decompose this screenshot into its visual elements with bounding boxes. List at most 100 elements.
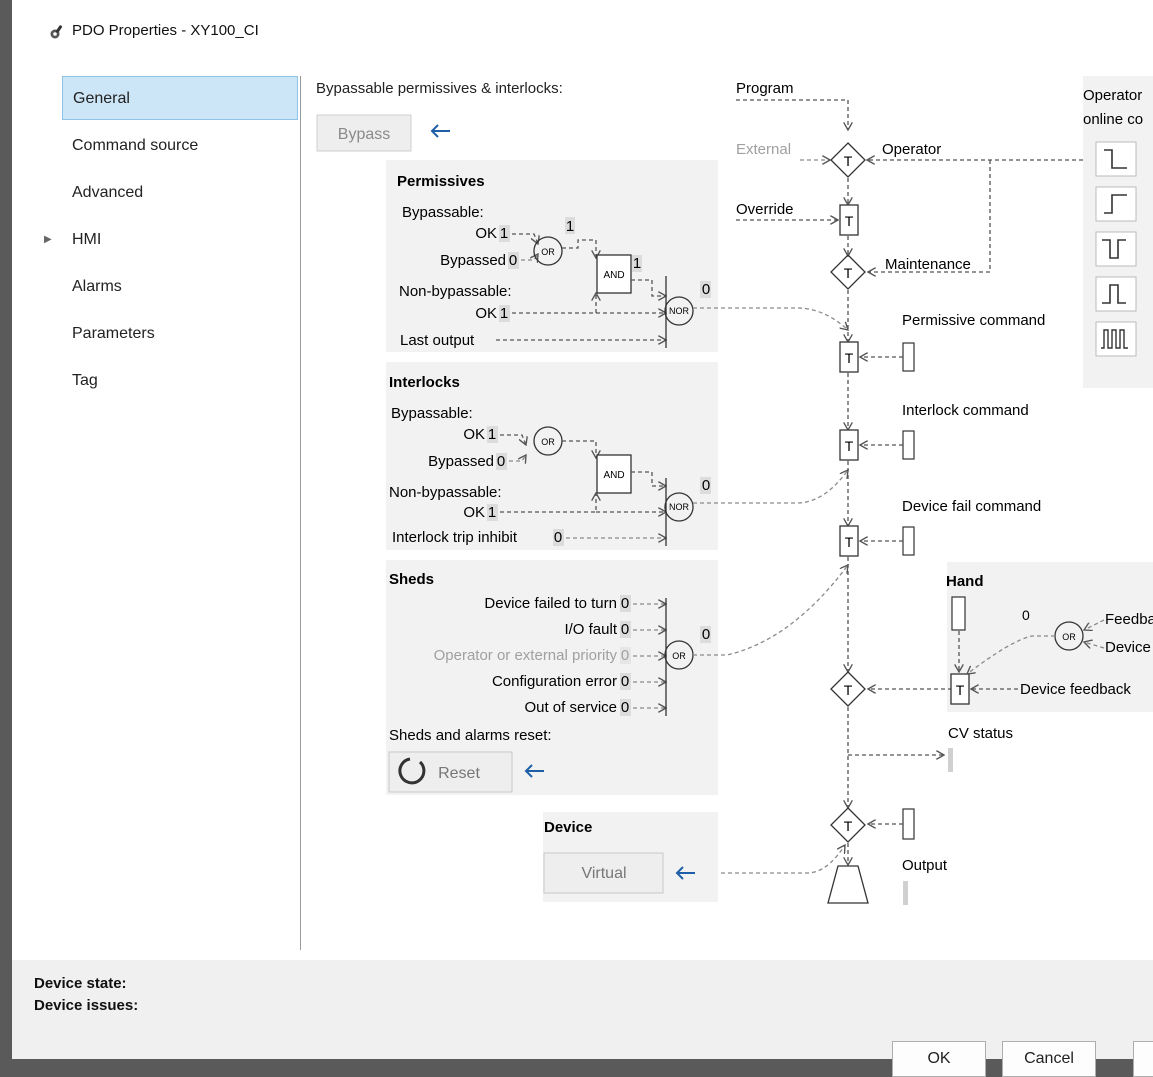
flow-maintenance-label: Maintenance [885, 256, 971, 273]
permissives-nor-output: 0 [702, 281, 710, 298]
interlocks-ok-value: 1 [488, 426, 496, 443]
falling-edge-button[interactable] [1095, 141, 1137, 177]
sidebar: General Command source Advanced ▶ HMI Ala… [44, 76, 301, 950]
or-gate-label: OR [541, 437, 555, 447]
command-box[interactable] [902, 526, 915, 556]
wrench-gear-icon [50, 25, 63, 39]
command-box[interactable] [902, 808, 915, 840]
track-label: T [845, 534, 854, 550]
sidebar-item-label: Parameters [72, 325, 155, 342]
track-label: T [845, 213, 854, 229]
hand-command-box[interactable] [951, 596, 966, 631]
permissives-title: Permissives [397, 173, 485, 190]
flow-device-fail-command-label: Device fail command [902, 498, 1041, 515]
ok-button[interactable]: OK [892, 1041, 986, 1077]
permissives-non-bypassable-label: Non-bypassable: [399, 283, 512, 300]
track-label: T [844, 818, 853, 834]
track-label: T [845, 350, 854, 366]
operator-panel-line2: online co [1083, 111, 1143, 128]
positive-pulse-button[interactable] [1095, 276, 1137, 312]
track-label: T [844, 682, 853, 698]
sheds-or-output: 0 [702, 626, 710, 643]
interlocks-ok-label: OK [463, 426, 485, 443]
shed-item-label: Out of service [524, 699, 617, 716]
permissives-ok-label: OK [475, 225, 497, 242]
sidebar-item-label: Tag [72, 372, 98, 389]
command-box[interactable] [902, 430, 915, 460]
virtual-button-label: Virtual [581, 865, 626, 882]
command-box[interactable] [902, 342, 915, 372]
shed-item-value: 0 [621, 673, 629, 690]
logic-diagram: Bypassable permissives & interlocks: Byp… [316, 76, 1153, 905]
and-gate-label: AND [603, 470, 624, 481]
nor-gate-label: NOR [669, 306, 690, 316]
hand-feedback-label: Feedba [1105, 611, 1153, 628]
shed-item-label: Operator or external priority [434, 647, 618, 664]
interlocks-bypassed-value: 0 [497, 453, 505, 470]
permissives-bypassed-value: 0 [509, 252, 517, 269]
flow-permissive-command-label: Permissive command [902, 312, 1045, 329]
flow-program-label: Program [736, 80, 794, 97]
hand-device-label: Device [1105, 639, 1151, 656]
sidebar-item-label: Advanced [72, 184, 144, 201]
expand-arrow-icon[interactable]: ▶ [44, 218, 52, 262]
permissives-bypassed-label: Bypassed [440, 252, 506, 269]
interlocks-bypassable-label: Bypassable: [391, 405, 473, 422]
sidebar-item-alarms[interactable]: Alarms [62, 265, 298, 309]
rising-edge-button[interactable] [1095, 186, 1137, 222]
shed-item-value: 0 [621, 595, 629, 612]
sidebar-item-command-source[interactable]: Command source [62, 124, 298, 168]
shed-item-label: I/O fault [564, 621, 617, 638]
sidebar-item-hmi[interactable]: ▶ HMI [44, 218, 298, 262]
output-indicator [903, 881, 908, 905]
dialog-footer: Device state: Device issues: OK Cancel [12, 960, 1153, 1077]
permissives-bypassable-label: Bypassable: [402, 204, 484, 221]
sidebar-item-label: General [73, 90, 130, 107]
device-title: Device [544, 819, 592, 836]
permissives-nb-ok-value: 1 [500, 305, 508, 322]
bypass-heading: Bypassable permissives & interlocks: [316, 80, 563, 97]
sidebar-item-parameters[interactable]: Parameters [62, 312, 298, 356]
arrow-left-icon [430, 124, 450, 138]
or-gate-label: OR [1062, 632, 1076, 642]
interlocks-nb-ok-label: OK [463, 504, 485, 521]
interlocks-non-bypassable-label: Non-bypassable: [389, 484, 502, 501]
interlocks-nor-output: 0 [702, 477, 710, 494]
title-bar: PDO Properties - XY100_CI [12, 0, 1153, 60]
flow-override-label: Override [736, 201, 794, 218]
permissives-last-output-label: Last output [400, 332, 475, 349]
cv-status-indicator [948, 748, 953, 772]
hand-title: Hand [946, 573, 984, 590]
permissives-or-output: 1 [566, 218, 574, 235]
or-gate-label: OR [672, 651, 686, 661]
interlocks-trip-inhibit-label: Interlock trip inhibit [392, 529, 518, 546]
sidebar-item-label: Alarms [72, 278, 122, 295]
track-label: T [845, 438, 854, 454]
permissives-and-output: 1 [633, 255, 641, 272]
interlocks-title: Interlocks [389, 374, 460, 391]
cancel-button[interactable]: Cancel [1002, 1041, 1096, 1077]
negative-pulse-button[interactable] [1095, 231, 1137, 267]
sheds-reset-heading: Sheds and alarms reset: [389, 727, 552, 744]
apply-button[interactable] [1133, 1041, 1153, 1077]
device-issues-label: Device issues: [34, 997, 139, 1014]
shed-item-value: 0 [621, 699, 629, 716]
sidebar-item-general[interactable]: General [62, 76, 298, 120]
sidebar-item-tag[interactable]: Tag [62, 359, 298, 403]
or-gate-label: OR [541, 247, 555, 257]
track-label: T [844, 153, 853, 169]
flow-interlock-command-label: Interlock command [902, 402, 1029, 419]
track-label: T [844, 265, 853, 281]
device-state-label: Device state: [34, 975, 127, 992]
sidebar-item-advanced[interactable]: Advanced [62, 171, 298, 215]
dialog-window: PDO Properties - XY100_CI General Comman… [12, 0, 1153, 1077]
sidebar-item-label: HMI [72, 231, 102, 248]
flow-operator-label: Operator [882, 141, 941, 158]
interlocks-bypassed-label: Bypassed [428, 453, 494, 470]
permissives-ok-value: 1 [500, 225, 508, 242]
permissives-nb-ok-label: OK [475, 305, 497, 322]
output-valve-icon [827, 865, 869, 904]
flow-external-label: External [736, 141, 791, 158]
hand-or-output: 0 [1022, 607, 1030, 623]
interlocks-trip-inhibit-value: 0 [554, 529, 562, 546]
